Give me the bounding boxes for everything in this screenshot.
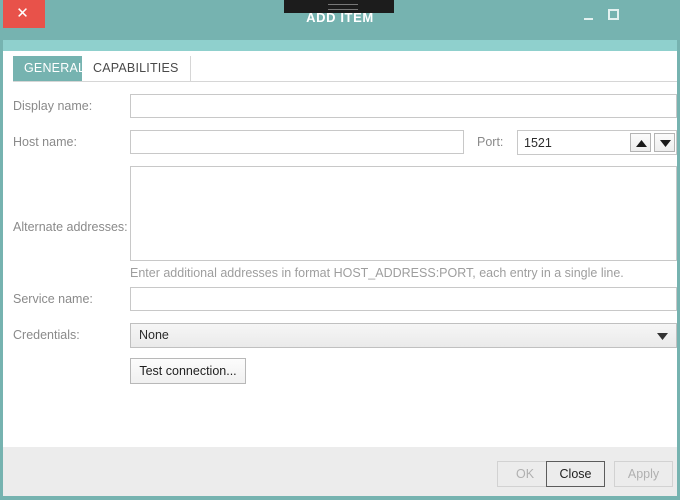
port-spinner	[517, 130, 677, 155]
chevron-down-icon	[660, 140, 671, 147]
apply-button[interactable]: Apply	[614, 461, 673, 487]
chevron-up-icon	[636, 140, 647, 147]
display-name-input[interactable]	[130, 94, 677, 118]
minimize-button[interactable]	[575, 0, 603, 28]
service-name-label: Service name:	[13, 292, 93, 306]
alternate-addresses-hint: Enter additional addresses in format HOS…	[130, 266, 624, 280]
close-button[interactable]: Close	[546, 461, 605, 487]
maximize-icon	[608, 9, 619, 20]
port-label: Port:	[477, 135, 504, 149]
display-name-label: Display name:	[13, 99, 93, 113]
minimize-icon	[584, 18, 593, 20]
port-increment-button[interactable]	[630, 133, 651, 152]
general-form: Display name: Host name: Port: Alternate…	[3, 82, 677, 447]
window-grip-icon	[328, 4, 358, 10]
add-item-dialog: ADD ITEM ✕ GENERAL CAPABILITIES Display …	[0, 0, 680, 500]
tab-bar: GENERAL CAPABILITIES	[3, 51, 677, 82]
ok-button[interactable]: OK	[497, 461, 553, 487]
port-input[interactable]	[518, 131, 630, 154]
service-name-input[interactable]	[130, 287, 677, 311]
tab-capabilities[interactable]: CAPABILITIES	[82, 56, 191, 82]
title-bar: ADD ITEM ✕	[3, 0, 677, 40]
overlapping-window-strip	[284, 0, 394, 13]
chevron-down-icon	[657, 333, 668, 340]
maximize-button[interactable]	[600, 0, 628, 28]
host-name-label: Host name:	[13, 135, 77, 149]
test-connection-button[interactable]: Test connection...	[130, 358, 246, 384]
title-accent-strip	[3, 40, 677, 51]
credentials-selected-value: None	[139, 328, 169, 342]
alternate-addresses-label: Alternate addresses:	[13, 220, 128, 234]
credentials-select[interactable]: None	[130, 323, 677, 348]
dialog-footer: OK Close Apply	[3, 447, 677, 496]
port-decrement-button[interactable]	[654, 133, 675, 152]
host-name-input[interactable]	[130, 130, 464, 154]
credentials-label: Credentials:	[13, 328, 80, 342]
alternate-addresses-textarea[interactable]	[130, 166, 677, 261]
